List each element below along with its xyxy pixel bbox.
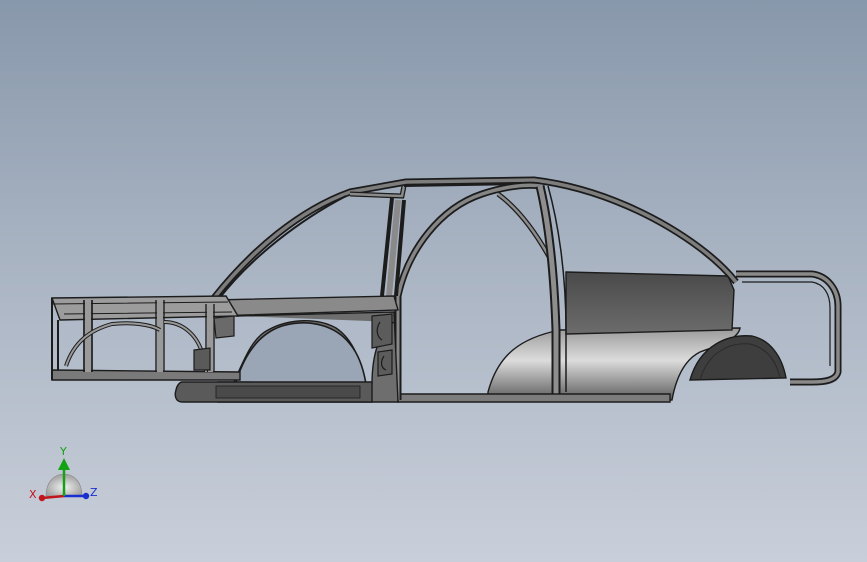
triad-y-arrow (58, 458, 70, 470)
triad-z-tip (82, 492, 90, 500)
front-subframe-bracket (193, 347, 211, 371)
main-hoop-inner (394, 181, 541, 297)
front-subframe-curve-1 (64, 321, 162, 367)
triad-z-label: Z (90, 486, 98, 499)
a-pillar (217, 195, 347, 301)
graphics-viewport[interactable]: Y X Z (0, 0, 867, 562)
side-sill (397, 393, 671, 403)
triad-y-label: Y (59, 445, 67, 458)
view-triad: Y X Z (29, 445, 98, 502)
front-subframe-bracket-2 (213, 315, 235, 339)
triad-x-axis (41, 494, 65, 500)
car-frame-model[interactable] (0, 0, 867, 562)
front-wheel-arch (234, 322, 367, 385)
rear-side-panel (565, 271, 735, 335)
triad-x-tip (38, 494, 46, 502)
triad-x-label: X (29, 488, 37, 501)
front-lower-sill-face (215, 385, 361, 399)
